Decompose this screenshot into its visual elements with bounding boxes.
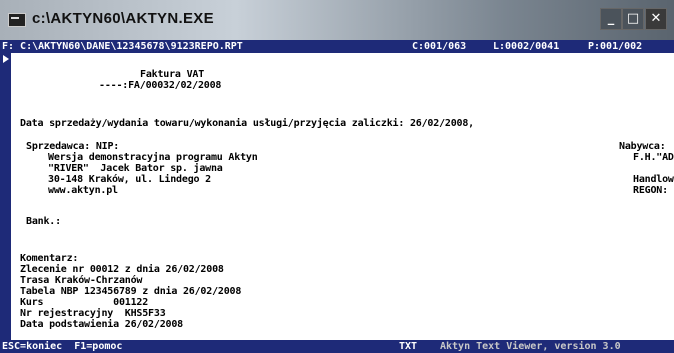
seller-name: Wersja demonstracyjna programu Aktyn bbox=[48, 152, 258, 163]
line-marker-gutter bbox=[0, 53, 11, 340]
buyer-trade: Handlow bbox=[633, 174, 674, 185]
buyer-name: F.H."AD bbox=[633, 152, 674, 163]
buyer-regon: REGON: bbox=[633, 185, 668, 196]
close-button[interactable]: ✕ bbox=[645, 8, 667, 30]
seller-web: www.aktyn.pl bbox=[48, 185, 118, 196]
bank-label: Bank.: bbox=[26, 216, 61, 227]
maximize-button[interactable]: □ bbox=[622, 8, 644, 30]
seller-label: Sprzedawca: NIP: bbox=[26, 141, 120, 152]
text-viewer[interactable]: F: C:\AKTYN60\DANE\12345678\9123REPO.RPT… bbox=[0, 40, 674, 353]
comment-line: Trasa Kraków-Chrzanów bbox=[20, 275, 143, 286]
seller-company: "RIVER" Jacek Bator sp. jawna bbox=[48, 163, 223, 174]
view-mode: TXT bbox=[399, 341, 418, 352]
title-bar[interactable]: c:\AKTYN60\AKTYN.EXE _ □ ✕ bbox=[0, 0, 674, 40]
console-window: c:\AKTYN60\AKTYN.EXE _ □ ✕ F: C:\AKTYN60… bbox=[0, 0, 674, 353]
invoice-title: Faktura VAT bbox=[140, 69, 205, 80]
comment-line: Kurs 001122 bbox=[20, 297, 149, 308]
comment-line: Tabela NBP 123456789 z dnia 26/02/2008 bbox=[20, 286, 242, 297]
console-app-icon[interactable] bbox=[8, 13, 26, 27]
seller-address: 30-148 Kraków, ul. Lindego 2 bbox=[48, 174, 211, 185]
comment-line: Nr rejestracyjny KHS5F33 bbox=[20, 308, 166, 319]
current-line-arrow-icon bbox=[3, 55, 9, 63]
bottom-status-bar: ESC=koniec F1=pomoc TXT Aktyn Text Viewe… bbox=[0, 340, 674, 353]
comments-label: Komentarz: bbox=[20, 253, 79, 264]
key-hints: ESC=koniec F1=pomoc bbox=[2, 341, 123, 352]
report-content[interactable]: Faktura VAT ----:FA/00032/02/2008 Data s… bbox=[11, 53, 674, 340]
comment-line: Data podstawienia 26/02/2008 bbox=[20, 319, 183, 330]
file-path: F: C:\AKTYN60\DANE\12345678\9123REPO.RPT bbox=[2, 41, 243, 52]
sale-date-line: Data sprzedaży/wydania towaru/wykonania … bbox=[20, 118, 474, 129]
file-status-bar: F: C:\AKTYN60\DANE\12345678\9123REPO.RPT… bbox=[0, 40, 674, 53]
minimize-button[interactable]: _ bbox=[600, 8, 622, 30]
column-indicator: C:001/063 bbox=[412, 41, 467, 52]
window-title: c:\AKTYN60\AKTYN.EXE bbox=[32, 10, 214, 27]
line-indicator: L:0002/0041 bbox=[493, 41, 560, 52]
viewer-version: Aktyn Text Viewer, version 3.0 bbox=[440, 341, 621, 352]
page-indicator: P:001/002 bbox=[588, 41, 643, 52]
buyer-label: Nabywca: bbox=[619, 141, 666, 152]
invoice-number: ----:FA/00032/02/2008 bbox=[99, 80, 222, 91]
comment-line: Zlecenie nr 00012 z dnia 26/02/2008 bbox=[20, 264, 224, 275]
